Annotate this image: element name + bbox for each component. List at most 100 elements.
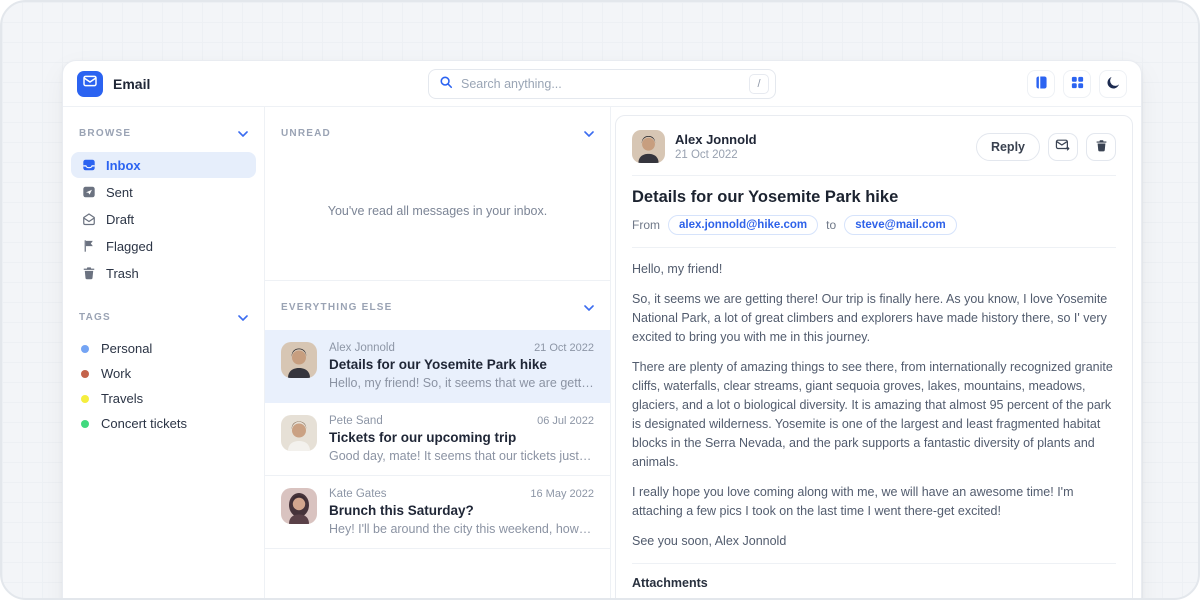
page-background: Email / bbox=[0, 0, 1200, 600]
everything-else-label: EVERYTHING ELSE bbox=[281, 302, 393, 313]
tag-color-dot bbox=[81, 370, 89, 378]
sidebar: BROWSE Inbox Sent bbox=[63, 107, 265, 600]
email-preview: Good day, mate! It seems that our ticket… bbox=[329, 449, 594, 463]
tag-color-dot bbox=[81, 420, 89, 428]
message-list-column: UNREAD You've read all messages in your … bbox=[265, 107, 611, 600]
trash-icon bbox=[81, 266, 96, 280]
email-date: 21 Oct 2022 bbox=[534, 342, 594, 354]
email-list-item-alex[interactable]: Alex Jonnold 21 Oct 2022 Details for our… bbox=[265, 330, 610, 403]
sidebar-item-trash[interactable]: Trash bbox=[71, 260, 256, 286]
email-date: 16 May 2022 bbox=[530, 488, 594, 500]
to-email-chip[interactable]: steve@mail.com bbox=[844, 215, 956, 235]
chevron-down-icon bbox=[584, 298, 594, 316]
divider bbox=[632, 247, 1116, 248]
from-label: From bbox=[632, 218, 660, 232]
draft-icon bbox=[81, 212, 96, 226]
divider bbox=[632, 563, 1116, 564]
sender-info: Alex Jonnold 21 Oct 2022 bbox=[675, 132, 757, 161]
body-paragraph: Hello, my friend! bbox=[632, 260, 1116, 279]
attachments-label: Attachments bbox=[632, 576, 1116, 590]
sidebar-item-label: Flagged bbox=[106, 239, 153, 254]
tag-item-personal[interactable]: Personal bbox=[71, 336, 256, 361]
sidebar-item-label: Draft bbox=[106, 212, 134, 227]
sidebar-item-label: Trash bbox=[106, 266, 139, 281]
unread-section: UNREAD You've read all messages in your … bbox=[265, 107, 610, 280]
tag-item-travels[interactable]: Travels bbox=[71, 386, 256, 411]
tag-item-concert-tickets[interactable]: Concert tickets bbox=[71, 411, 256, 436]
email-sender: Alex Jonnold bbox=[329, 342, 395, 354]
divider bbox=[632, 175, 1116, 176]
sidebar-item-sent[interactable]: Sent bbox=[71, 179, 256, 205]
tags-label: TAGS bbox=[79, 312, 111, 323]
delete-button[interactable] bbox=[1086, 133, 1116, 161]
search-bar[interactable]: / bbox=[428, 69, 776, 99]
body-paragraph: See you soon, Alex Jonnold bbox=[632, 532, 1116, 551]
sidebar-item-draft[interactable]: Draft bbox=[71, 206, 256, 232]
forward-mail-icon bbox=[1055, 138, 1071, 155]
detail-header: Alex Jonnold 21 Oct 2022 Reply bbox=[632, 130, 1116, 163]
tag-label: Work bbox=[101, 366, 131, 381]
email-subject: Brunch this Saturday? bbox=[329, 503, 594, 518]
detail-sender-name: Alex Jonnold bbox=[675, 132, 757, 147]
tag-item-work[interactable]: Work bbox=[71, 361, 256, 386]
avatar-alex-jonnold bbox=[632, 130, 665, 163]
tag-color-dot bbox=[81, 395, 89, 403]
chevron-down-icon bbox=[238, 308, 248, 326]
email-preview: Hey! I'll be around the city this weeken… bbox=[329, 522, 594, 536]
email-subject: Tickets for our upcoming trip bbox=[329, 430, 594, 445]
sent-icon bbox=[81, 185, 96, 199]
search-icon bbox=[439, 75, 453, 94]
email-sender: Kate Gates bbox=[329, 488, 387, 500]
dark-mode-toggle[interactable] bbox=[1099, 70, 1127, 98]
body-paragraph: There are plenty of amazing things to se… bbox=[632, 358, 1116, 472]
body-paragraph: I really hope you love coming along with… bbox=[632, 483, 1116, 521]
book-icon bbox=[1034, 75, 1049, 93]
header-actions bbox=[1027, 70, 1127, 98]
detail-actions: Reply bbox=[976, 133, 1116, 161]
tag-color-dot bbox=[81, 345, 89, 353]
browse-label: BROWSE bbox=[79, 128, 131, 139]
tags-section: TAGS Personal Work bbox=[71, 308, 256, 436]
email-subject: Details for our Yosemite Park hike bbox=[329, 357, 594, 372]
reply-button[interactable]: Reply bbox=[976, 133, 1040, 161]
trash-icon bbox=[1095, 139, 1108, 155]
book-button[interactable] bbox=[1027, 70, 1055, 98]
email-detail-subject: Details for our Yosemite Park hike bbox=[632, 188, 1116, 207]
unread-label: UNREAD bbox=[281, 128, 331, 139]
unread-empty-message: You've read all messages in your inbox. bbox=[265, 142, 610, 280]
search-shortcut-key: / bbox=[749, 74, 769, 94]
body-paragraph: So, it seems we are getting there! Our t… bbox=[632, 290, 1116, 347]
chevron-down-icon bbox=[584, 124, 594, 142]
email-meta: Alex Jonnold 21 Oct 2022 Details for our… bbox=[329, 342, 594, 390]
email-detail-column: Alex Jonnold 21 Oct 2022 Reply bbox=[611, 107, 1141, 600]
app-title: Email bbox=[113, 76, 150, 92]
avatar-pete-sand bbox=[281, 415, 317, 451]
email-meta: Pete Sand 06 Jul 2022 Tickets for our up… bbox=[329, 415, 594, 463]
sidebar-item-flagged[interactable]: Flagged bbox=[71, 233, 256, 259]
apps-grid-button[interactable] bbox=[1063, 70, 1091, 98]
forward-button[interactable] bbox=[1048, 133, 1078, 161]
everything-else-header[interactable]: EVERYTHING ELSE bbox=[265, 281, 610, 330]
email-list-item-pete[interactable]: Pete Sand 06 Jul 2022 Tickets for our up… bbox=[265, 403, 610, 476]
email-preview: Hello, my friend! So, it seems that we a… bbox=[329, 376, 594, 390]
app-header: Email / bbox=[63, 61, 1141, 107]
tags-section-header[interactable]: TAGS bbox=[71, 308, 256, 326]
sidebar-item-inbox[interactable]: Inbox bbox=[71, 152, 256, 178]
unread-section-header[interactable]: UNREAD bbox=[265, 107, 610, 142]
tag-label: Travels bbox=[101, 391, 143, 406]
to-label: to bbox=[826, 218, 836, 232]
email-list-item-kate[interactable]: Kate Gates 16 May 2022 Brunch this Satur… bbox=[265, 476, 610, 549]
app-logo bbox=[77, 71, 103, 97]
flag-icon bbox=[81, 239, 96, 253]
email-app-window: Email / bbox=[62, 60, 1142, 600]
email-body: Hello, my friend! So, it seems we are ge… bbox=[632, 260, 1116, 551]
everything-else-section: EVERYTHING ELSE Alex Jonnold 21 Oct bbox=[265, 280, 610, 600]
from-email-chip[interactable]: alex.jonnold@hike.com bbox=[668, 215, 818, 235]
search-input[interactable] bbox=[461, 77, 749, 91]
chevron-down-icon bbox=[238, 124, 248, 142]
browse-section-header[interactable]: BROWSE bbox=[71, 124, 256, 142]
sidebar-item-label: Sent bbox=[106, 185, 133, 200]
envelope-icon bbox=[82, 73, 98, 94]
email-detail-card: Alex Jonnold 21 Oct 2022 Reply bbox=[615, 115, 1133, 600]
avatar-kate-gates bbox=[281, 488, 317, 524]
